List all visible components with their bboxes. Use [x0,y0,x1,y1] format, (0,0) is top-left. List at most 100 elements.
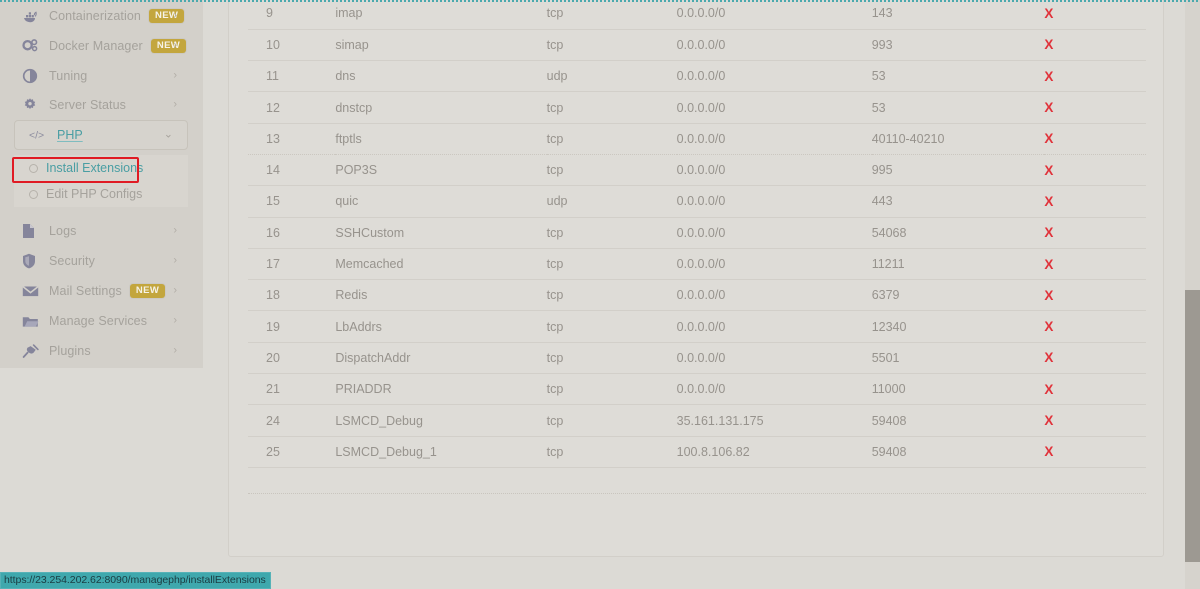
cell-delete-action: X [1044,29,1146,62]
table-row: 9 imap tcp 0.0.0.0/0 143 X [248,0,1146,30]
cell-rule-port: 6379 [871,279,1045,312]
cell-rule-name: dnstcp [335,91,547,124]
cell-delete-action: X [1044,91,1146,124]
sidebar-item-tuning[interactable]: Tuning › [0,61,203,91]
delete-rule-button[interactable]: X [1044,69,1053,84]
sidebar-item-security[interactable]: Security › [0,246,203,276]
cell-delete-action: X [1044,373,1146,406]
cell-rule-cidr: 0.0.0.0/0 [676,29,872,62]
sidebar-item-label: Logs [49,224,77,238]
delete-rule-button[interactable]: X [1044,131,1053,146]
sidebar-item-label: Containerization [49,9,141,23]
delete-rule-button[interactable]: X [1044,350,1053,365]
cell-rule-cidr: 0.0.0.0/0 [676,373,872,406]
delete-rule-button[interactable]: X [1044,319,1053,334]
sidebar-item-edit-php-configs[interactable]: Edit PHP Configs [14,181,188,207]
sidebar-item-install-extensions[interactable]: Install Extensions [14,155,188,181]
sidebar-item-php[interactable]: </> PHP ⌄ [14,120,188,150]
cell-rule-name: quic [335,185,547,218]
delete-rule-button[interactable]: X [1044,257,1053,272]
cell-rule-id: 20 [248,342,336,375]
delete-rule-button[interactable]: X [1044,163,1053,178]
sidebar-subitem-label: Install Extensions [46,161,144,175]
table-row: 10 simap tcp 0.0.0.0/0 993 X [248,29,1146,62]
cell-rule-name: LSMCD_Debug_1 [335,436,547,468]
table-row: 15 quic udp 0.0.0.0/0 443 X [248,185,1146,218]
table-row: 24 LSMCD_Debug tcp 35.161.131.175 59408 X [248,404,1146,437]
cell-rule-port: 53 [871,60,1045,93]
delete-rule-button[interactable]: X [1044,194,1053,209]
delete-rule-button[interactable]: X [1044,288,1053,303]
page-scrollbar-track[interactable] [1185,0,1200,589]
delete-rule-button[interactable]: X [1044,413,1053,428]
cell-rule-id: 19 [248,310,336,343]
chevron-right-icon: › [173,344,177,357]
cell-rule-protocol: udp [546,185,677,218]
page-scrollbar-thumb[interactable] [1185,290,1200,562]
table-body: 9 imap tcp 0.0.0.0/0 143 X 10 simap tcp 0.0.0.0/0… [248,0,1146,468]
delete-rule-button[interactable]: X [1044,444,1053,459]
cell-rule-id: 15 [248,185,336,218]
cell-rule-cidr: 0.0.0.0/0 [676,248,872,281]
plug-icon [22,342,42,360]
cell-rule-cidr: 0.0.0.0/0 [676,154,872,187]
cell-rule-name: Redis [335,279,547,312]
cell-delete-action: X [1044,154,1146,187]
cell-rule-id: 18 [248,279,336,312]
cell-rule-cidr: 0.0.0.0/0 [676,217,872,249]
cell-delete-action: X [1044,310,1146,343]
cell-rule-name: POP3S [335,154,547,187]
cell-rule-name: LbAddrs [335,310,547,343]
delete-rule-button[interactable]: X [1044,100,1053,115]
cell-rule-protocol: tcp [546,0,677,30]
cell-rule-protocol: tcp [546,29,677,62]
svg-text:</>: </> [29,130,44,142]
cell-rule-id: 25 [248,436,336,468]
delete-rule-button[interactable]: X [1044,225,1053,240]
sidebar-item-label: PHP [57,128,83,142]
table-footer-divider [248,493,1146,494]
cell-rule-id: 17 [248,248,336,281]
folder-icon [22,312,42,330]
cell-rule-protocol: tcp [546,373,677,406]
cell-rule-port: 54068 [871,217,1045,249]
status-bar-url: https://23.254.202.62:8090/managephp/ins… [0,572,271,589]
new-badge: NEW [148,9,185,23]
table-row: 18 Redis tcp 0.0.0.0/0 6379 X [248,279,1146,312]
sidebar-item-label: Security [49,254,95,268]
table-row: 14 POP3S tcp 0.0.0.0/0 995 X [248,154,1146,187]
chevron-right-icon: › [173,69,177,82]
cell-rule-port: 143 [871,0,1045,30]
new-badge: NEW [129,284,166,298]
table-row: 16 SSHCustom tcp 0.0.0.0/0 54068 X [248,217,1146,249]
whale-icon [22,7,42,25]
sidebar-item-docker-manager[interactable]: Docker Manager NEW › [0,31,203,61]
chevron-right-icon: › [173,254,177,267]
delete-rule-button[interactable]: X [1044,382,1053,397]
sidebar-item-label: Mail Settings [49,284,122,298]
page-focus-outline [0,0,1200,2]
cell-rule-cidr: 0.0.0.0/0 [676,0,872,30]
cell-delete-action: X [1044,123,1146,155]
cell-rule-id: 21 [248,373,336,406]
sidebar-item-logs[interactable]: Logs › [0,216,203,246]
cell-rule-protocol: tcp [546,436,677,468]
cell-rule-port: 443 [871,185,1045,218]
sidebar-item-plugins[interactable]: Plugins › [0,336,203,366]
sidebar-item-label: Server Status [49,98,127,112]
cell-rule-cidr: 0.0.0.0/0 [676,91,872,124]
sidebar-item-server-status[interactable]: Server Status › [0,90,203,120]
cell-rule-name: imap [335,0,547,30]
delete-rule-button[interactable]: X [1044,37,1053,52]
cell-rule-port: 59408 [871,436,1045,468]
cell-rule-id: 9 [248,0,336,30]
cell-rule-name: ftptls [335,123,547,155]
delete-rule-button[interactable]: X [1044,6,1053,21]
cell-rule-name: DispatchAddr [335,342,547,375]
cell-delete-action: X [1044,279,1146,312]
cell-rule-protocol: tcp [546,342,677,375]
cell-rule-protocol: udp [546,60,677,93]
sidebar-item-mail-settings[interactable]: Mail Settings NEW › [0,276,203,306]
sidebar-item-containerization[interactable]: Containerization NEW › [0,1,203,31]
sidebar-item-manage-services[interactable]: Manage Services › [0,306,203,336]
